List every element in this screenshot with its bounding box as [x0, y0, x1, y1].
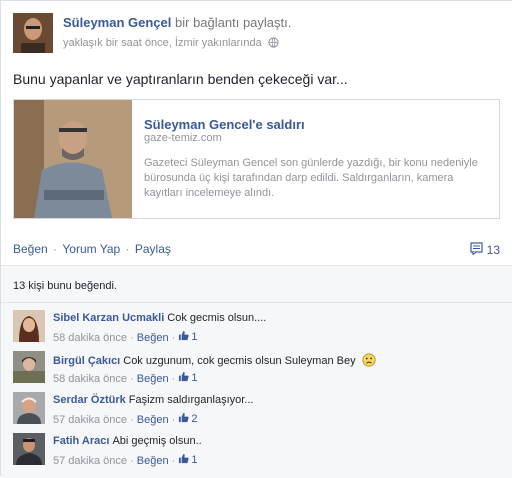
commenter-name[interactable]: Fatih Aracı — [53, 435, 109, 447]
story-action: bir bağlantı paylaştı. — [175, 15, 292, 30]
link-domain: gaze-temiz.com — [144, 132, 222, 144]
comment-meta: 57 dakika önce · Beğen · 1 — [53, 453, 198, 467]
comment-like-button[interactable]: Beğen — [137, 373, 169, 385]
comment-bubble-icon — [470, 242, 483, 258]
comment-timestamp[interactable]: 58 dakika önce — [53, 332, 127, 344]
comment-like-button[interactable]: Beğen — [137, 414, 169, 426]
story-header: Süleyman Gençel bir bağlantı paylaştı. — [63, 15, 291, 30]
comment-text: Faşizm saldırganlaşıyor... — [128, 394, 254, 406]
link-description: Gazeteci Süleyman Gencel son günlerde ya… — [144, 157, 478, 199]
author-name[interactable]: Süleyman Gençel — [63, 15, 171, 30]
comment-like-button[interactable]: Beğen — [137, 332, 169, 344]
comment-count[interactable]: 13 — [470, 242, 500, 258]
sad-face-icon — [362, 353, 376, 370]
comment-like-count[interactable]: 1 — [178, 453, 198, 467]
comment-body: Birgül Çakıcı Cok uzgunum, cok gecmis ols… — [53, 353, 376, 370]
commenter-avatar[interactable] — [13, 392, 45, 424]
comment-count-value: 13 — [486, 243, 500, 257]
share-button[interactable]: Paylaş — [135, 242, 171, 256]
comment-meta: 57 dakika önce · Beğen · 2 — [53, 412, 198, 426]
commenter-avatar[interactable] — [13, 433, 45, 465]
like-button[interactable]: Beğen — [13, 242, 48, 256]
likes-summary[interactable]: 13 kişi bunu beğendi. — [13, 280, 117, 292]
comment-text: Abi geçmiş olsun.. — [112, 435, 202, 447]
link-preview[interactable]: Süleyman Gencel'e saldırı gaze-temiz.com… — [13, 99, 500, 219]
divider — [1, 302, 512, 303]
commenter-avatar[interactable] — [13, 351, 45, 383]
link-title[interactable]: Süleyman Gencel'e saldırı — [144, 117, 305, 132]
comment-body: Sibel Karzan Ucmakli Cok gecmis olsun.... — [53, 312, 266, 324]
thumbs-up-icon — [178, 412, 189, 426]
story-timestamp[interactable]: yaklaşık bir saat önce, İzmir yakınların… — [63, 37, 262, 49]
comment-item: Serdar Öztürk Faşizm saldırganlaşıyor... … — [13, 392, 498, 432]
thumbs-up-icon — [178, 453, 189, 467]
comment-timestamp[interactable]: 57 dakika önce — [53, 455, 127, 467]
comment-body: Serdar Öztürk Faşizm saldırganlaşıyor... — [53, 394, 253, 406]
link-thumbnail[interactable] — [14, 100, 132, 218]
comment-meta: 58 dakika önce · Beğen · 1 — [53, 330, 198, 344]
comment-item: Fatih Aracı Abi geçmiş olsun.. 57 dakika … — [13, 433, 498, 473]
commenter-avatar[interactable] — [13, 310, 45, 342]
comment-like-count[interactable]: 1 — [178, 371, 198, 385]
story-meta: yaklaşık bir saat önce, İzmir yakınların… — [63, 37, 279, 51]
author-avatar[interactable] — [13, 13, 53, 53]
comment-like-button[interactable]: Beğen — [137, 455, 169, 467]
feedback-area: 13 kişi bunu beğendi. Sibel Karzan Ucmak… — [1, 265, 512, 478]
status-text: Bunu yapanlar ve yaptıranların benden çe… — [13, 71, 348, 87]
comment-text: Cok gecmis olsun.... — [167, 312, 267, 324]
comment-text: Cok uzgunum, cok gecmis olsun Suleyman B… — [123, 355, 356, 367]
comment-button[interactable]: Yorum Yap — [62, 242, 120, 256]
story-actions: Beğen · Yorum Yap · Paylaş — [13, 242, 171, 256]
commenter-name[interactable]: Serdar Öztürk — [53, 394, 126, 406]
comment-like-count[interactable]: 2 — [178, 412, 198, 426]
comment-like-count[interactable]: 1 — [178, 330, 198, 344]
thumbs-up-icon — [178, 371, 189, 385]
comment-body: Fatih Aracı Abi geçmiş olsun.. — [53, 435, 202, 447]
comment-meta: 58 dakika önce · Beğen · 1 — [53, 371, 198, 385]
thumbs-up-icon — [178, 330, 189, 344]
commenter-name[interactable]: Sibel Karzan Ucmakli — [53, 312, 164, 324]
comment-item: Sibel Karzan Ucmakli Cok gecmis olsun....… — [13, 310, 498, 350]
comment-timestamp[interactable]: 58 dakika önce — [53, 373, 127, 385]
globe-icon[interactable] — [268, 37, 279, 51]
comment-item: Birgül Çakıcı Cok uzgunum, cok gecmis ols… — [13, 351, 498, 391]
commenter-name[interactable]: Birgül Çakıcı — [53, 355, 120, 367]
comment-timestamp[interactable]: 57 dakika önce — [53, 414, 127, 426]
feed-story: Süleyman Gençel bir bağlantı paylaştı. y… — [0, 0, 512, 478]
